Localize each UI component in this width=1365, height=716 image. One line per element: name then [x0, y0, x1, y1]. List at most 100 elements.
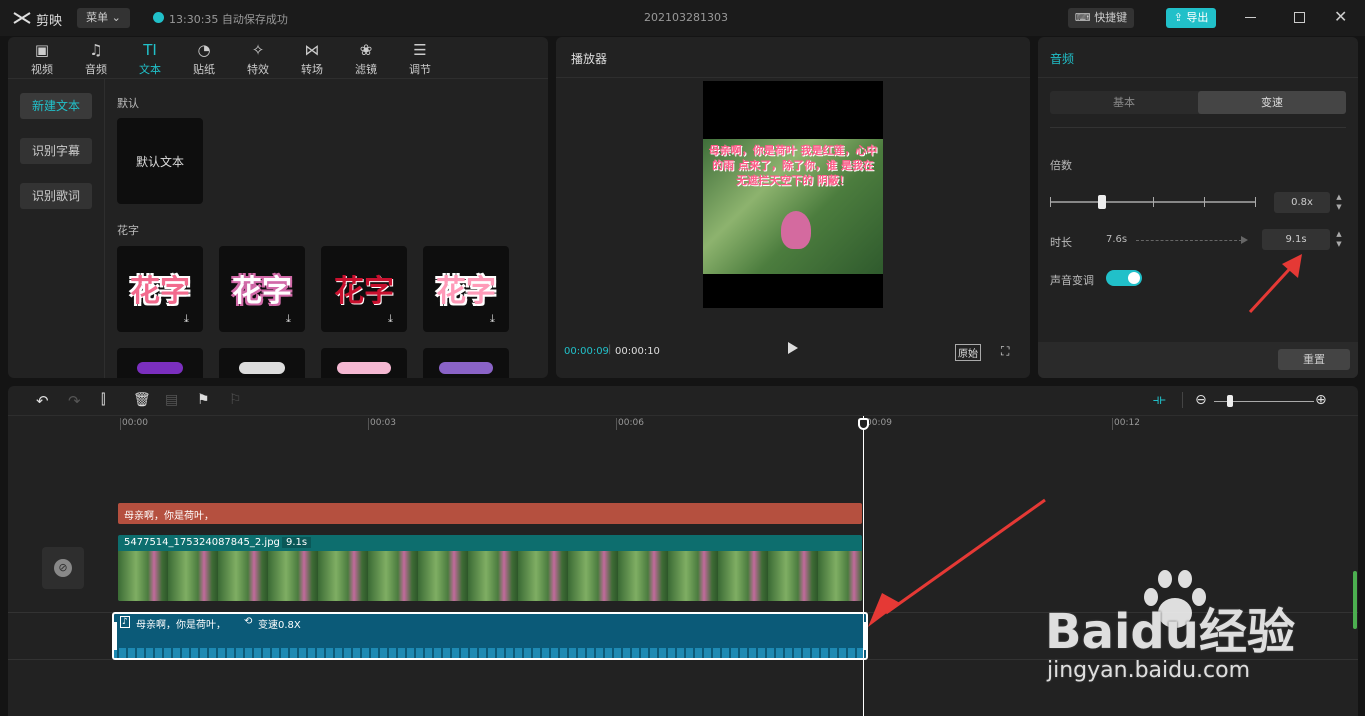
fancy-text-card-partial[interactable]: [219, 348, 305, 378]
audio-panel-title: 音频: [1050, 52, 1075, 66]
tab-effects[interactable]: ✧ 特效: [231, 37, 285, 85]
undo-icon[interactable]: ↶: [36, 392, 49, 410]
tabs-divider: [1050, 127, 1346, 128]
text-icon: TI: [143, 41, 157, 59]
default-text-card[interactable]: 默认文本: [117, 118, 203, 204]
timeline-toolbar: ↶ ↷ ⫿ 🗑 ▤ ⚑ ⚐ ⟛ ⊖ ⊕: [8, 386, 1358, 416]
tab-filter[interactable]: ❀ 滤镜: [339, 37, 393, 85]
marker-flag-icon[interactable]: ⚑: [197, 392, 210, 408]
speed-slider-tick: [1153, 197, 1154, 207]
speed-slider[interactable]: [1050, 193, 1256, 213]
menu-button[interactable]: 菜单 ⌄: [77, 8, 130, 28]
snap-icon[interactable]: ⟛: [1153, 392, 1166, 408]
tab-audio[interactable]: ♫ 音频: [69, 37, 123, 85]
video-clip-name: 5477514_175324087845_2.jpg: [124, 537, 280, 548]
export-button[interactable]: ⇪ 导出: [1166, 8, 1216, 28]
media-panel: ▣ 视频 ♫ 音频 TI 文本 ◔ 贴纸 ✧ 特效 ⋈ 转场 ❀ 滤镜 ☰ 调节 新建文本 识别…: [8, 37, 548, 378]
ruler-major-tick: [120, 418, 121, 430]
aspect-ratio-button[interactable]: 原始: [955, 344, 981, 361]
fancy-text-card[interactable]: 花字 ⤓: [321, 246, 407, 332]
watermark-brand: Baidu经验: [1045, 604, 1295, 660]
autosave-status: 13:30:35 自动保存成功: [169, 13, 288, 26]
text-clip[interactable]: 母亲啊，你是荷叶，: [118, 503, 862, 524]
music-icon: ♫: [89, 41, 103, 59]
tab-speed[interactable]: 变速: [1198, 91, 1346, 114]
zoom-slider-knob[interactable]: [1227, 395, 1233, 407]
arrow-right-icon: [1241, 236, 1248, 244]
time-ruler[interactable]: 00:00 00:03 00:06 00:09 00:12: [8, 416, 1358, 432]
fancy-text-card[interactable]: 花字 ⤓: [423, 246, 509, 332]
duration-stepper-icon[interactable]: ▲ ▼: [1334, 229, 1344, 250]
video-thumbnails: [118, 551, 862, 601]
download-icon[interactable]: ⤓: [286, 312, 291, 326]
tab-transition[interactable]: ⋈ 转场: [285, 37, 339, 85]
audio-clip[interactable]: ♪ 母亲啊，你是荷叶， ⟲ 变速0.8X: [112, 612, 868, 660]
tab-filter-label: 滤镜: [355, 63, 377, 76]
audio-waveform: [114, 648, 866, 658]
track-mute-button[interactable]: ⊘: [42, 547, 84, 589]
ruler-label: 00:00: [122, 418, 148, 428]
tab-video[interactable]: ▣ 视频: [15, 37, 69, 85]
delete-icon[interactable]: 🗑: [133, 392, 151, 408]
audio-clip-name: 母亲啊，你是荷叶，: [136, 620, 226, 631]
video-clip[interactable]: 5477514_175324087845_2.jpg 9.1s: [118, 535, 862, 601]
speed-input[interactable]: 0.8x: [1274, 192, 1330, 213]
pitch-label: 声音变调: [1050, 274, 1094, 287]
fancy-text-card[interactable]: 花字 ⤓: [117, 246, 203, 332]
fancy-text-card-partial[interactable]: [423, 348, 509, 378]
close-icon[interactable]: ✕: [1334, 7, 1347, 26]
playhead-handle[interactable]: [858, 418, 869, 430]
restore-icon[interactable]: [1294, 12, 1305, 23]
section-fancy-title: 花字: [117, 224, 139, 237]
recognize-subtitles-button[interactable]: 识别字幕: [20, 138, 92, 164]
redo-icon[interactable]: ↷: [68, 392, 81, 410]
audio-header-divider: [1038, 77, 1358, 78]
keyboard-icon: ⌨: [1074, 11, 1091, 24]
project-title: 202103281303: [644, 11, 728, 24]
duration-input[interactable]: 9.1s: [1262, 229, 1330, 250]
title-bar: 剪映 菜单 ⌄ 13:30:35 自动保存成功 202103281303 ⌨ 快…: [0, 0, 1365, 36]
tab-effects-label: 特效: [247, 63, 269, 76]
play-icon[interactable]: [788, 342, 798, 354]
text-clip-label: 母亲啊，你是荷叶，: [124, 511, 214, 522]
video-frame: 母亲啊，你是荷叶 我是红莲，心中的雨 点来了，除了你，谁 是我在无遮拦天空下的 …: [703, 139, 883, 274]
zoom-out-icon[interactable]: ⊖: [1195, 392, 1207, 408]
download-icon[interactable]: ⤓: [490, 312, 495, 326]
tab-basic[interactable]: 基本: [1050, 91, 1198, 114]
export-label: 导出: [1186, 11, 1209, 24]
fancy-text-preview: 花字: [436, 274, 496, 309]
reset-button[interactable]: 重置: [1278, 349, 1350, 370]
video-clip-duration: 9.1s: [282, 537, 312, 548]
freeze-icon[interactable]: ▤: [165, 392, 178, 408]
speed-slider-tick: [1050, 197, 1051, 207]
split-icon[interactable]: ⫿: [101, 392, 105, 408]
toolbar-divider: [1182, 392, 1183, 408]
new-text-button[interactable]: 新建文本: [20, 93, 92, 119]
video-canvas[interactable]: 母亲啊，你是荷叶 我是红莲，心中的雨 点来了，除了你，谁 是我在无遮拦天空下的 …: [703, 81, 883, 308]
download-icon[interactable]: ⤓: [184, 312, 189, 326]
capcut-logo-icon: [12, 9, 32, 27]
current-time: 00:00:09: [564, 346, 609, 357]
tab-adjust[interactable]: ☰ 调节: [393, 37, 447, 85]
fancy-text-card-partial[interactable]: [117, 348, 203, 378]
shortcut-button[interactable]: ⌨ 快捷键: [1068, 8, 1134, 28]
fullscreen-icon[interactable]: ⛶: [1001, 344, 1009, 359]
fancy-text-card-partial[interactable]: [321, 348, 407, 378]
flag-icon[interactable]: ⚐: [229, 392, 242, 408]
ruler-major-tick: [1112, 418, 1113, 430]
tab-text[interactable]: TI 文本: [123, 37, 177, 85]
filter-icon: ❀: [359, 41, 373, 59]
tab-sticker[interactable]: ◔ 贴纸: [177, 37, 231, 85]
zoom-in-icon[interactable]: ⊕: [1315, 392, 1327, 408]
speed-slider-knob[interactable]: [1097, 195, 1106, 209]
sparkle-icon: ✧: [251, 41, 265, 59]
download-icon[interactable]: ⤓: [388, 312, 393, 326]
clip-trim-handle-left[interactable]: [114, 622, 117, 650]
minimize-icon[interactable]: [1245, 17, 1256, 18]
aspect-ratio-label: 原始: [958, 349, 978, 360]
recognize-lyrics-button[interactable]: 识别歌词: [20, 183, 92, 209]
fancy-text-card[interactable]: 花字 ⤓: [219, 246, 305, 332]
speed-stepper-icon[interactable]: ▲ ▼: [1334, 192, 1344, 213]
pitch-toggle[interactable]: [1106, 270, 1142, 286]
transition-icon: ⋈: [304, 41, 320, 59]
